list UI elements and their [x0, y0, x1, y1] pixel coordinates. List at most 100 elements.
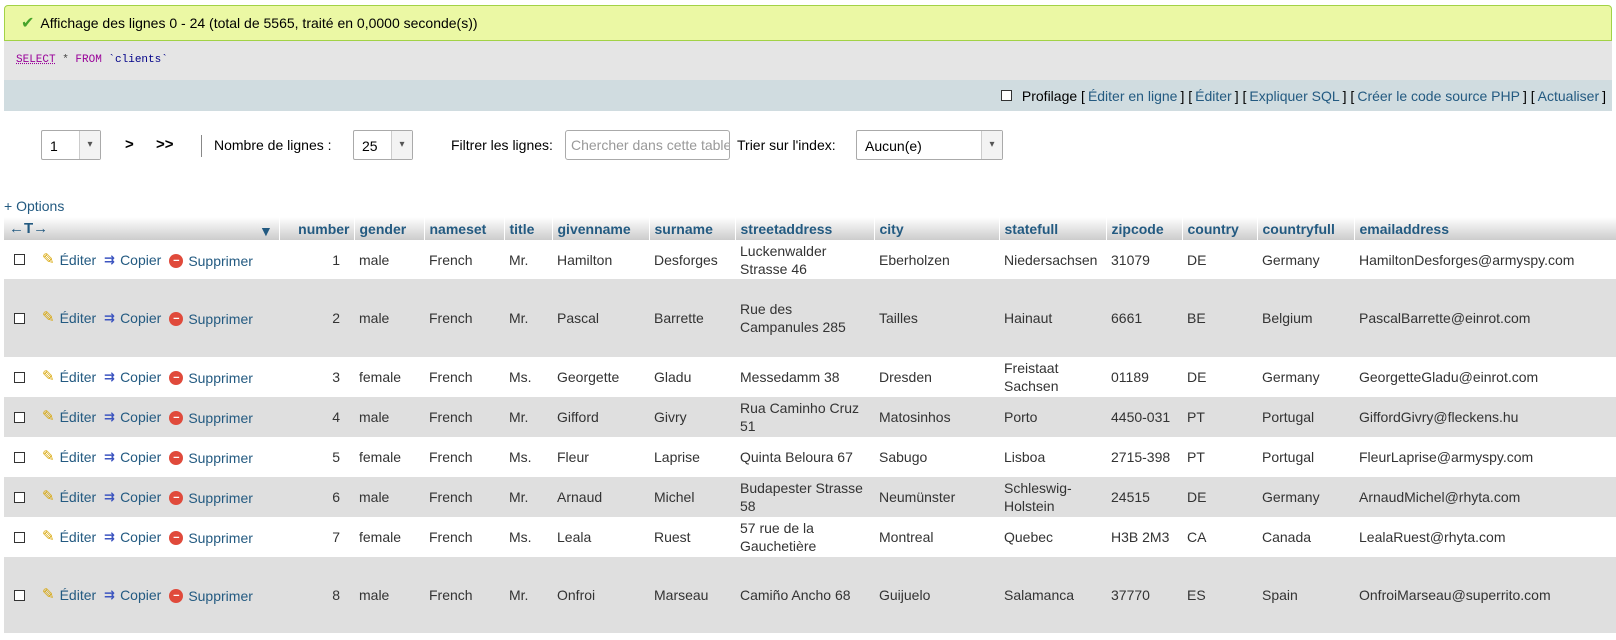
next-page-button[interactable]: >: [125, 136, 134, 153]
cell-gender[interactable]: female: [354, 517, 424, 557]
cell-gender[interactable]: male: [354, 477, 424, 517]
cell-title[interactable]: Mr.: [504, 240, 552, 279]
cell-city[interactable]: Tailles: [874, 279, 999, 357]
delete-row-button[interactable]: − Supprimer: [169, 252, 253, 270]
cell-statefull[interactable]: Schleswig-Holstein: [999, 477, 1106, 517]
edit-row-button[interactable]: ✎ Éditer: [42, 368, 96, 386]
edit-link[interactable]: Éditer: [1195, 88, 1232, 104]
cell-streetaddress[interactable]: Rue des Campanules 285: [735, 279, 874, 357]
cell-country[interactable]: ES: [1182, 557, 1257, 633]
cell-emailaddress[interactable]: PascalBarrette@einrot.com: [1354, 279, 1616, 357]
row-checkbox[interactable]: [14, 254, 25, 266]
cell-countryfull[interactable]: Portugal: [1257, 397, 1354, 437]
delete-row-button[interactable]: − Supprimer: [169, 529, 253, 547]
row-checkbox[interactable]: [14, 491, 25, 503]
delete-row-button[interactable]: − Supprimer: [169, 369, 253, 387]
sort-index-select[interactable]: Aucun(e) ▾: [856, 130, 1003, 160]
cell-nameset[interactable]: French: [424, 397, 504, 437]
cell-streetaddress[interactable]: Budapester Strasse 58: [735, 477, 874, 517]
cell-givenname[interactable]: Georgette: [552, 357, 649, 397]
column-header-zipcode[interactable]: zipcode: [1106, 217, 1183, 240]
create-php-code-link[interactable]: Créer le code source PHP: [1357, 88, 1520, 104]
row-checkbox[interactable]: [14, 371, 25, 383]
cell-statefull[interactable]: Lisboa: [999, 437, 1106, 477]
cell-city[interactable]: Guijuelo: [874, 557, 999, 633]
cell-surname[interactable]: Marseau: [649, 557, 735, 633]
cell-surname[interactable]: Michel: [649, 477, 735, 517]
cell-statefull[interactable]: Niedersachsen: [999, 240, 1106, 279]
column-header-statefull[interactable]: statefull: [999, 217, 1107, 240]
cell-nameset[interactable]: French: [424, 437, 504, 477]
cell-countryfull[interactable]: Canada: [1257, 517, 1354, 557]
cell-city[interactable]: Eberholzen: [874, 240, 999, 279]
cell-streetaddress[interactable]: 57 rue de la Gauchetière: [735, 517, 874, 557]
column-header-country[interactable]: country: [1182, 217, 1258, 240]
cell-surname[interactable]: Ruest: [649, 517, 735, 557]
column-header-city[interactable]: city: [874, 217, 1000, 240]
edit-row-button[interactable]: ✎ Éditer: [42, 251, 96, 269]
cell-zipcode[interactable]: 6661: [1106, 279, 1182, 357]
cell-streetaddress[interactable]: Messedamm 38: [735, 357, 874, 397]
cell-nameset[interactable]: French: [424, 517, 504, 557]
inline-edit-link[interactable]: Éditer en ligne: [1088, 88, 1178, 104]
cell-surname[interactable]: Gladu: [649, 357, 735, 397]
cell-title[interactable]: Ms.: [504, 437, 552, 477]
cell-statefull[interactable]: Quebec: [999, 517, 1106, 557]
delete-row-button[interactable]: − Supprimer: [169, 310, 253, 328]
column-header-givenname[interactable]: givenname: [552, 217, 650, 240]
cell-givenname[interactable]: Onfroi: [552, 557, 649, 633]
cell-surname[interactable]: Barrette: [649, 279, 735, 357]
copy-row-button[interactable]: ⇉ Copier: [104, 488, 161, 506]
cell-number[interactable]: 3: [279, 357, 354, 397]
cell-streetaddress[interactable]: Camiño Ancho 68: [735, 557, 874, 633]
cell-gender[interactable]: female: [354, 437, 424, 477]
cell-statefull[interactable]: Salamanca: [999, 557, 1106, 633]
cell-countryfull[interactable]: Germany: [1257, 477, 1354, 517]
cell-number[interactable]: 5: [279, 437, 354, 477]
column-header-surname[interactable]: surname: [649, 217, 736, 240]
cell-nameset[interactable]: French: [424, 557, 504, 633]
cell-title[interactable]: Ms.: [504, 517, 552, 557]
row-checkbox[interactable]: [14, 589, 25, 601]
cell-number[interactable]: 8: [279, 557, 354, 633]
cell-countryfull[interactable]: Portugal: [1257, 437, 1354, 477]
cell-gender[interactable]: male: [354, 279, 424, 357]
cell-gender[interactable]: male: [354, 240, 424, 279]
profiling-checkbox[interactable]: [1000, 90, 1012, 101]
options-link[interactable]: + Options: [4, 198, 64, 214]
cell-streetaddress[interactable]: Luckenwalder Strasse 46: [735, 240, 874, 279]
cell-title[interactable]: Ms.: [504, 357, 552, 397]
column-header-countryfull[interactable]: countryfull: [1257, 217, 1355, 240]
cell-country[interactable]: BE: [1182, 279, 1257, 357]
cell-givenname[interactable]: Pascal: [552, 279, 649, 357]
cell-surname[interactable]: Laprise: [649, 437, 735, 477]
cell-title[interactable]: Mr.: [504, 477, 552, 517]
edit-row-button[interactable]: ✎ Éditer: [42, 488, 96, 506]
cell-zipcode[interactable]: 24515: [1106, 477, 1182, 517]
cell-zipcode[interactable]: 01189: [1106, 357, 1182, 397]
refresh-link[interactable]: Actualiser: [1538, 88, 1599, 104]
delete-row-button[interactable]: − Supprimer: [169, 449, 253, 467]
cell-statefull[interactable]: Freistaat Sachsen: [999, 357, 1106, 397]
cell-nameset[interactable]: French: [424, 279, 504, 357]
cell-number[interactable]: 7: [279, 517, 354, 557]
cell-statefull[interactable]: Hainaut: [999, 279, 1106, 357]
cell-zipcode[interactable]: 37770: [1106, 557, 1182, 633]
cell-gender[interactable]: male: [354, 397, 424, 437]
edit-row-button[interactable]: ✎ Éditer: [42, 586, 96, 604]
cell-title[interactable]: Mr.: [504, 397, 552, 437]
filter-rows-input[interactable]: Chercher dans cette table: [565, 130, 730, 160]
cell-city[interactable]: Neumünster: [874, 477, 999, 517]
cell-country[interactable]: CA: [1182, 517, 1257, 557]
page-select[interactable]: 1 ▾: [41, 130, 101, 160]
copy-row-button[interactable]: ⇉ Copier: [104, 368, 161, 386]
cell-nameset[interactable]: French: [424, 357, 504, 397]
column-header-nameset[interactable]: nameset: [424, 217, 505, 240]
cell-number[interactable]: 6: [279, 477, 354, 517]
cell-city[interactable]: Dresden: [874, 357, 999, 397]
cell-zipcode[interactable]: 2715-398: [1106, 437, 1182, 477]
copy-row-button[interactable]: ⇉ Copier: [104, 448, 161, 466]
cell-emailaddress[interactable]: GeorgetteGladu@einrot.com: [1354, 357, 1616, 397]
cell-streetaddress[interactable]: Rua Caminho Cruz 51: [735, 397, 874, 437]
copy-row-button[interactable]: ⇉ Copier: [104, 528, 161, 546]
